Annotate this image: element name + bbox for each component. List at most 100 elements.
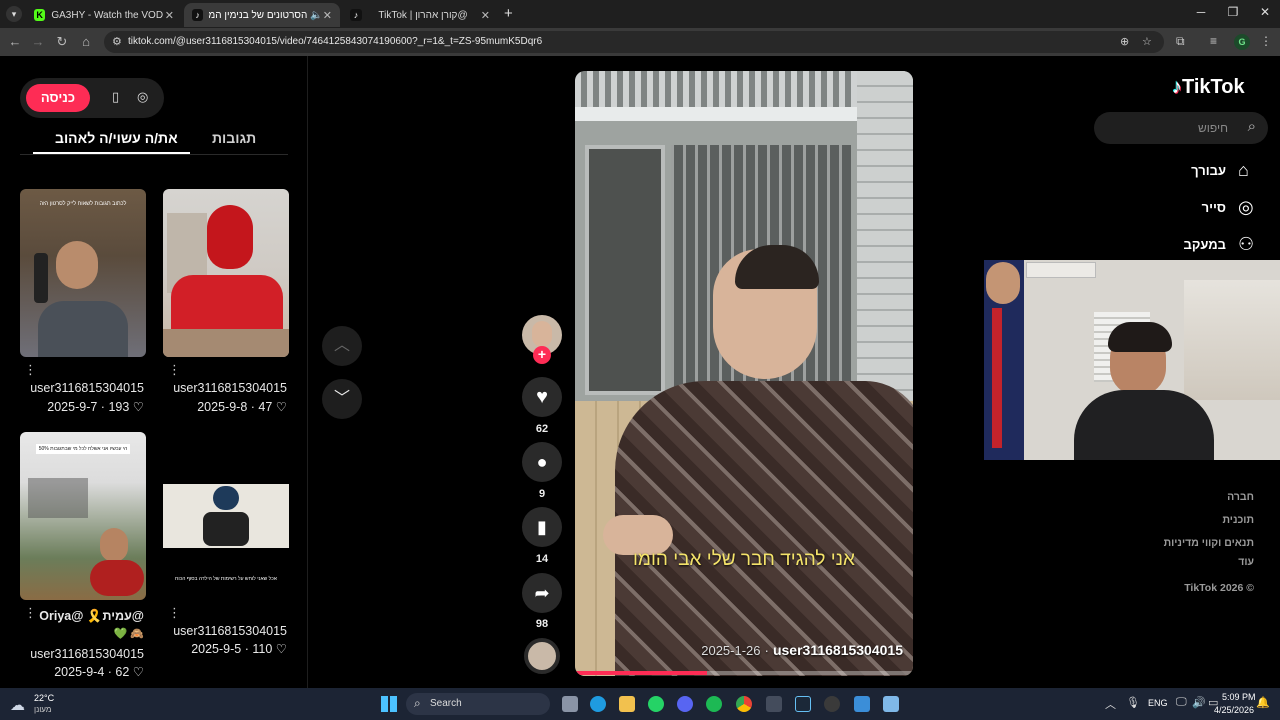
tray-chevron-icon[interactable]: ︿ (1105, 696, 1116, 712)
video-author[interactable]: user3116815304015 (30, 647, 144, 661)
more-options-icon[interactable]: ⋮ (24, 362, 37, 378)
taskbar-search[interactable]: ⌕ Search (406, 693, 550, 715)
minimize-icon[interactable]: ─ (1186, 5, 1216, 19)
obs-icon[interactable] (824, 696, 840, 712)
photos-icon[interactable] (854, 696, 870, 712)
compass-icon[interactable]: ◎ (1238, 197, 1254, 218)
tab-kick[interactable]: K GA3HY - Watch the VOD on Ki ✕ (26, 3, 182, 27)
thumbnail-caption: לכתוב תגובות לשאוח לייק לסרטון הזה (39, 201, 127, 207)
tab-tiktok-2[interactable]: ♪ TikTok | קורן אהרון@ ✕ (342, 3, 498, 27)
search-icon[interactable]: ⌕ (1248, 118, 1256, 135)
discord-icon[interactable] (677, 696, 693, 712)
tab-close-icon[interactable]: ✕ (165, 9, 174, 22)
clock-date[interactable]: 4/25/2026 (1214, 705, 1254, 715)
window-close-icon[interactable]: ✕ (1250, 5, 1280, 19)
omnibox[interactable]: ⚙ tiktok.com/@user3116815304015/video/74… (104, 31, 1164, 53)
site-info-icon[interactable]: ⚙ (112, 35, 122, 48)
following-icon[interactable]: ⚇ (1238, 234, 1254, 255)
tab-close-icon[interactable]: ✕ (481, 9, 490, 22)
like-button[interactable]: ♥ (522, 377, 562, 417)
bookmark-star-icon[interactable]: ☆ (1142, 35, 1152, 48)
spotify-icon[interactable] (706, 696, 722, 712)
notepad-icon[interactable] (883, 696, 899, 712)
tab-close-icon[interactable]: ✕ (323, 9, 332, 22)
follow-plus-icon[interactable]: + (533, 346, 551, 364)
video-author-name[interactable]: user3116815304015 (773, 642, 903, 658)
clock-time[interactable]: 5:09 PM (1222, 692, 1256, 702)
video-thumbnail-3[interactable]: הי עכשיו אני אשלח לכל מי שבתגובות 50% (20, 432, 146, 600)
home-button-icon[interactable]: ⌂ (77, 34, 95, 49)
search-icon: ⌕ (414, 696, 421, 710)
video-side-wall (857, 71, 913, 421)
profile-avatar[interactable]: G (1234, 34, 1250, 50)
nav-following[interactable]: במעקב (1184, 237, 1227, 252)
file-explorer-icon[interactable] (619, 696, 635, 712)
chrome-icon[interactable] (736, 696, 752, 712)
more-options-icon[interactable]: ⋮ (24, 605, 37, 621)
tab-you-may-like[interactable]: את/ה עשוי/ה לאהוב (55, 130, 178, 146)
home-icon[interactable]: ⌂ (1238, 160, 1249, 181)
nav-for-you[interactable]: עבורך (1191, 163, 1226, 178)
share-button[interactable]: ➦ (522, 573, 562, 613)
video-thumbnail-4[interactable]: אכל שאני לוחש על רשימות של הילדה בסוף הכ… (163, 432, 289, 600)
maximize-icon[interactable]: ❐ (1218, 5, 1248, 19)
login-button[interactable]: כניסה (26, 84, 90, 112)
save-button[interactable]: ▮ (522, 507, 562, 547)
search-placeholder: חיפוש (1198, 121, 1228, 135)
comment-button[interactable]: ● (522, 442, 562, 482)
url-text[interactable]: tiktok.com/@user3116815304015/video/7464… (128, 36, 542, 47)
back-icon[interactable]: ← (6, 34, 24, 49)
progress-track[interactable] (575, 671, 913, 675)
phone-icon[interactable]: ▯ (112, 89, 119, 105)
tiktok-logo[interactable]: ♪TikTok (1172, 76, 1245, 99)
previous-video-button[interactable]: ︿ (322, 326, 362, 366)
reload-icon[interactable]: ↻ (53, 34, 71, 50)
heart-icon: ♥ (536, 386, 548, 408)
video-title-tags[interactable]: Oriya@ 🎗️עמית@ (39, 609, 144, 624)
music-disc-avatar[interactable] (524, 638, 560, 674)
new-tab-button[interactable]: + (504, 5, 513, 22)
forward-icon[interactable]: → (29, 34, 47, 49)
footer-more[interactable]: עוד (1238, 556, 1254, 568)
more-options-icon[interactable]: ⋮ (168, 605, 181, 621)
volume-icon[interactable]: 🔊 (1192, 696, 1206, 709)
zoom-icon[interactable]: ⊕ (1120, 35, 1129, 48)
footer-company[interactable]: חברה (1227, 491, 1254, 503)
steam-icon[interactable] (795, 696, 811, 712)
tab-comments[interactable]: תגובות (212, 130, 256, 146)
more-options-icon[interactable]: ⋮ (168, 362, 181, 378)
video-post-date: 2025-1-26 (701, 643, 761, 658)
video-thumbnail-2[interactable] (163, 189, 289, 357)
notification-bell-icon[interactable]: 🔔 (1256, 696, 1270, 709)
edge-icon[interactable] (590, 696, 606, 712)
video-author[interactable]: user3116815304015 (30, 381, 144, 395)
footer-terms[interactable]: תנאים וקווי מדיניות (1164, 537, 1254, 549)
whatsapp-icon[interactable] (648, 696, 664, 712)
task-view-icon[interactable] (562, 696, 578, 712)
start-button[interactable] (381, 696, 397, 712)
browser-menu-icon[interactable]: ⋮ (1260, 34, 1272, 48)
extensions-icon[interactable]: ⧉ (1176, 34, 1185, 49)
tab-list-button[interactable]: ▾ (6, 6, 22, 22)
video-thumbnail-1[interactable]: לכתוב תגובות לשאוח לייק לסרטון הזה (20, 189, 146, 357)
media-queue-icon[interactable]: ≡ (1210, 34, 1217, 48)
notification-app-icon[interactable] (766, 696, 782, 712)
video-meta: 2025-9-5 · 110 ♡ (191, 642, 287, 656)
footer-program[interactable]: תוכנית (1222, 514, 1254, 526)
video-player[interactable]: אני להגיד חבר שלי אבי הומו 2025-1-26 · u… (575, 71, 913, 676)
nav-explore[interactable]: סייר (1202, 200, 1226, 215)
search-input[interactable]: חיפוש ⌕ (1094, 112, 1268, 144)
language-indicator[interactable]: ENG (1148, 698, 1168, 708)
tab-tiktok-active[interactable]: ♪ הסרטונים של בנימין המלך | 🔈 ✕ (184, 3, 340, 27)
webcam-shelves (1184, 280, 1280, 400)
network-icon[interactable]: 🖵 (1176, 696, 1187, 709)
heart-outline-icon: ♡ (275, 400, 287, 414)
microphone-icon[interactable]: 🎙 (1126, 696, 1140, 709)
speaker-icon[interactable]: 🔈 (310, 10, 322, 21)
next-video-button[interactable]: ﹀ (322, 379, 362, 419)
tabs-divider (20, 154, 288, 155)
video-author[interactable]: user3116815304015 (173, 624, 287, 638)
video-title-emojis: 💚 🙈 (113, 628, 144, 640)
compass-small-icon[interactable]: ◎ (137, 89, 148, 105)
video-author[interactable]: user3116815304015 (173, 381, 287, 395)
